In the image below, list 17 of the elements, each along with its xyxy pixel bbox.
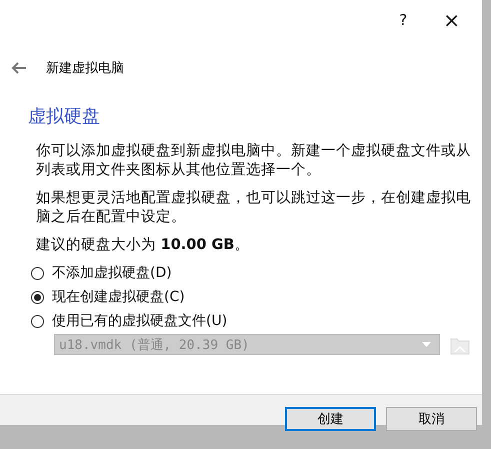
- radio-button[interactable]: [31, 314, 44, 328]
- back-arrow-icon[interactable]: [11, 62, 27, 74]
- radio-button[interactable]: [31, 266, 44, 280]
- create-button[interactable]: 创建: [285, 407, 376, 431]
- close-button[interactable]: ×: [443, 8, 460, 32]
- radio-option[interactable]: 不添加虚拟硬盘(D): [31, 264, 470, 282]
- radio-option[interactable]: 使用已有的虚拟硬盘文件(U): [31, 312, 470, 330]
- cancel-button[interactable]: 取消: [386, 407, 477, 431]
- caret-icon: [422, 342, 432, 347]
- help-button[interactable]: ?: [399, 11, 408, 29]
- radio-button[interactable]: [31, 290, 44, 304]
- description-text: 你可以添加虚拟硬盘到新虚拟电脑中。新建一个虚拟硬盘文件或从列表或用文件夹图标从其他位置选择一个。: [36, 142, 472, 180]
- description-text: 建议的硬盘大小为 10.00 GB。: [36, 236, 250, 255]
- page-heading: 虚拟硬盘: [28, 105, 101, 129]
- description-text: 如果想更灵活地配置虚拟硬盘，也可以跳过这一步，在创建虚拟电脑之后在配置中设定。: [36, 189, 472, 227]
- wizard-title: 新建虚拟电脑: [46, 60, 124, 77]
- radio-option[interactable]: 现在创建虚拟硬盘(C): [31, 288, 470, 306]
